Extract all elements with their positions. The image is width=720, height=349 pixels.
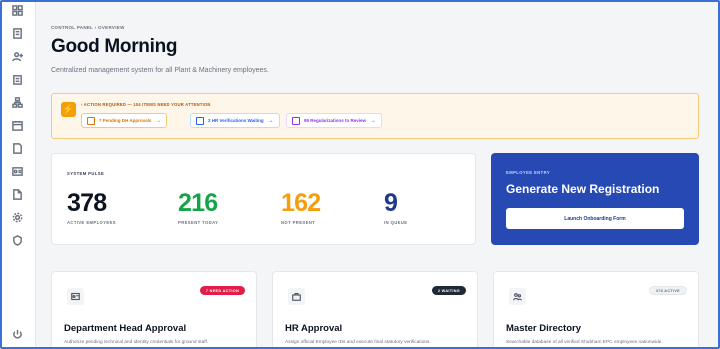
calendar-check-icon (292, 116, 300, 125)
entry-title: Generate New Registration (506, 182, 660, 196)
clipboard-icon[interactable] (10, 72, 24, 86)
regularizations-button[interactable]: 95 Regularizations to Review → (286, 113, 383, 128)
stat-label: NOT PRESENT (281, 220, 316, 225)
stat-in-queue: 9 IN QUEUE (384, 189, 407, 225)
shield-icon[interactable] (10, 233, 24, 247)
system-pulse-label: SYSTEM PULSE (67, 171, 105, 176)
briefcase-icon (288, 288, 305, 305)
employee-entry-card: EMPLOYEE ENTRY Generate New Registration… (491, 153, 699, 245)
users-icon (509, 288, 526, 305)
arrow-right-icon: → (155, 117, 162, 124)
breadcrumb: CONTROL PANEL › OVERVIEW (51, 25, 125, 30)
hr-approval-card[interactable]: 2 WAITING HR Approval Assign official Em… (272, 271, 478, 349)
stat-label: ACTIVE EMPLOYEES (67, 220, 116, 225)
alert-text: › ACTION REQUIRED — 104 ITEMS NEED YOUR … (81, 102, 211, 107)
pill-label: 95 Regularizations to Review (304, 118, 367, 123)
stat-value: 378 (67, 189, 107, 217)
add-user-icon[interactable] (10, 49, 24, 63)
bolt-icon: ⚡ (61, 102, 76, 117)
department-head-approval-card[interactable]: 7 NEED ACTION Department Head Approval A… (51, 271, 257, 349)
calendar-icon[interactable] (10, 118, 24, 132)
card-description: Assign official Employee IDs and execute… (285, 340, 431, 345)
launch-onboarding-button[interactable]: Launch Onboarding Form (506, 208, 684, 229)
dashboard-icon[interactable] (10, 3, 24, 17)
page-subtitle: Centralized management system for all Pl… (51, 67, 269, 74)
stat-value: 9 (384, 189, 398, 217)
arrow-right-icon: → (370, 117, 377, 124)
briefcase-icon (196, 116, 204, 125)
arrow-right-icon: → (267, 117, 274, 124)
system-pulse-card: SYSTEM PULSE 378 ACTIVE EMPLOYEES 216 PR… (51, 153, 476, 245)
id-card-icon (67, 288, 84, 305)
card-title: Master Directory (506, 323, 581, 334)
logout-icon[interactable] (10, 327, 24, 341)
main-content: CONTROL PANEL › OVERVIEW Good Morning Ce… (36, 0, 720, 349)
org-chart-icon[interactable] (10, 95, 24, 109)
status-badge: 378 ACTIVE (648, 286, 687, 295)
page-title: Good Morning (51, 36, 178, 57)
hr-verifications-button[interactable]: 2 HR Verifications Waiting → (190, 113, 280, 128)
file-icon[interactable] (10, 141, 24, 155)
stat-value: 216 (178, 189, 218, 217)
approval-icon (87, 116, 95, 125)
card-description: Authorize pending technical and identity… (64, 340, 209, 345)
id-card-sidebar-icon[interactable] (10, 164, 24, 178)
document-icon[interactable] (10, 26, 24, 40)
card-title: HR Approval (285, 323, 343, 334)
status-badge: 2 WAITING (431, 286, 466, 295)
stat-active-employees: 378 ACTIVE EMPLOYEES (67, 189, 116, 225)
stat-value: 162 (281, 189, 321, 217)
stat-label: PRESENT TODAY (178, 220, 219, 225)
pill-label: 7 Pending DH Approvals (99, 118, 152, 123)
pill-label: 2 HR Verifications Waiting (208, 118, 264, 123)
stat-not-present: 162 NOT PRESENT (281, 189, 321, 225)
pending-dh-approvals-button[interactable]: 7 Pending DH Approvals → (81, 113, 168, 128)
stat-label: IN QUEUE (384, 220, 408, 225)
master-directory-card[interactable]: 378 ACTIVE Master Directory Searchable d… (493, 271, 699, 349)
sidebar (0, 0, 36, 349)
page-icon[interactable] (10, 187, 24, 201)
employee-entry-label: EMPLOYEE ENTRY (506, 170, 551, 175)
status-badge: 7 NEED ACTION (199, 286, 245, 295)
settings-icon[interactable] (10, 210, 24, 224)
stat-present-today: 216 PRESENT TODAY (178, 189, 218, 225)
card-title: Department Head Approval (64, 323, 187, 334)
card-description: Searchable database of all verified Shub… (506, 340, 663, 345)
action-required-banner: ⚡ › ACTION REQUIRED — 104 ITEMS NEED YOU… (51, 93, 699, 139)
